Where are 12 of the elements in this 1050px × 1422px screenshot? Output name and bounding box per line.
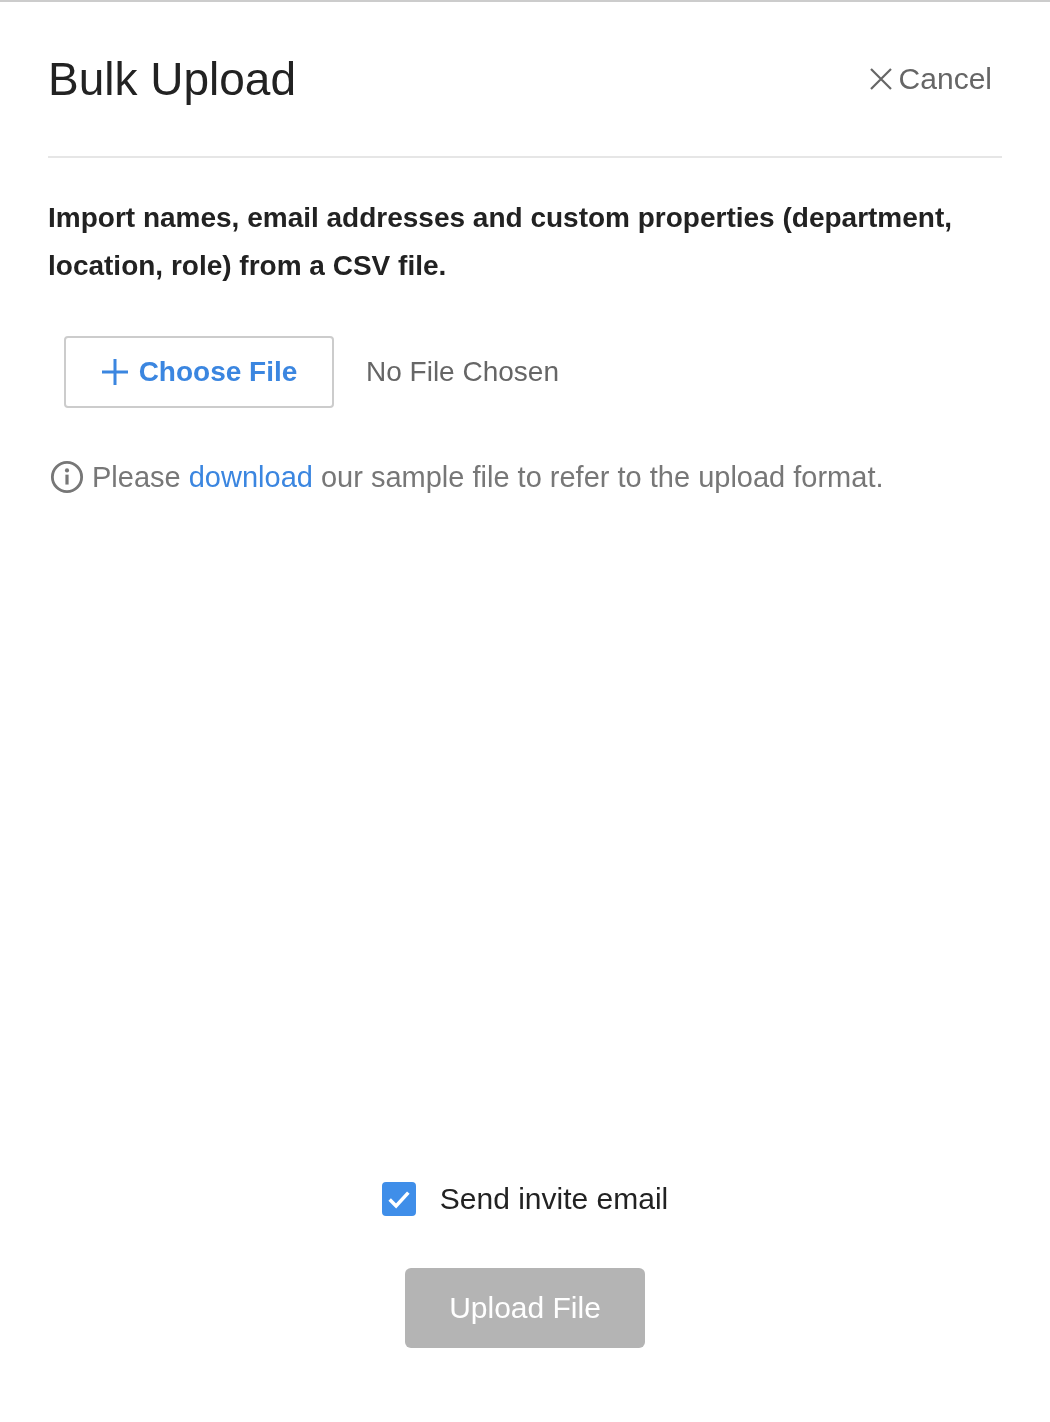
choose-file-button[interactable]: Choose File [64, 336, 334, 408]
plus-icon [100, 358, 129, 386]
dialog-title: Bulk Upload [48, 52, 297, 106]
send-invite-label: Send invite email [439, 1182, 669, 1216]
info-text: Please download our sample file to refer to the upload format. [92, 460, 884, 494]
download-link[interactable]: download [188, 460, 313, 493]
file-status-text: No File Chosen [366, 356, 559, 388]
close-icon [868, 67, 893, 91]
info-icon [50, 460, 84, 494]
cancel-button[interactable]: Cancel [868, 62, 992, 96]
description-text: Import names, email addresses and custom properties (department, location, role) from a CSV file. [48, 201, 954, 283]
send-invite-checkbox[interactable] [381, 1182, 416, 1216]
